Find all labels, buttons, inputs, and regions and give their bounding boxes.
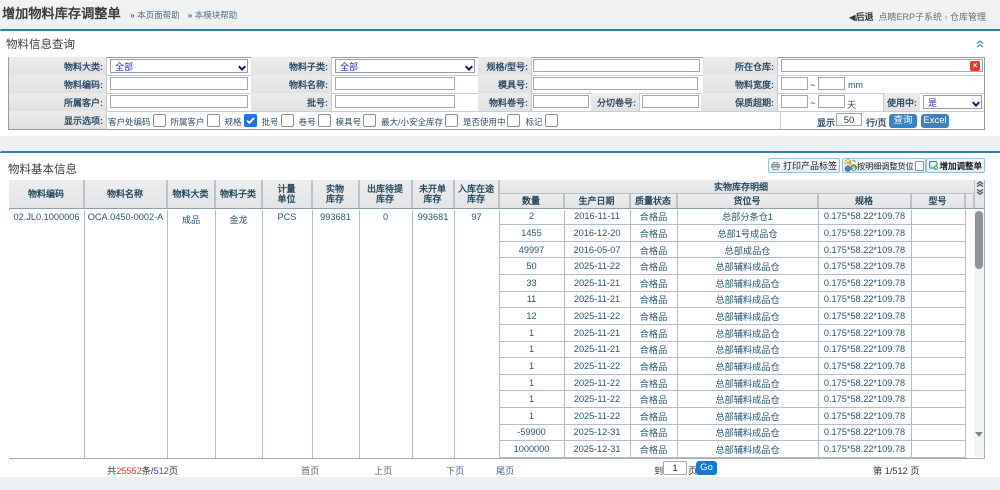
svg-text:s: s xyxy=(852,165,856,172)
